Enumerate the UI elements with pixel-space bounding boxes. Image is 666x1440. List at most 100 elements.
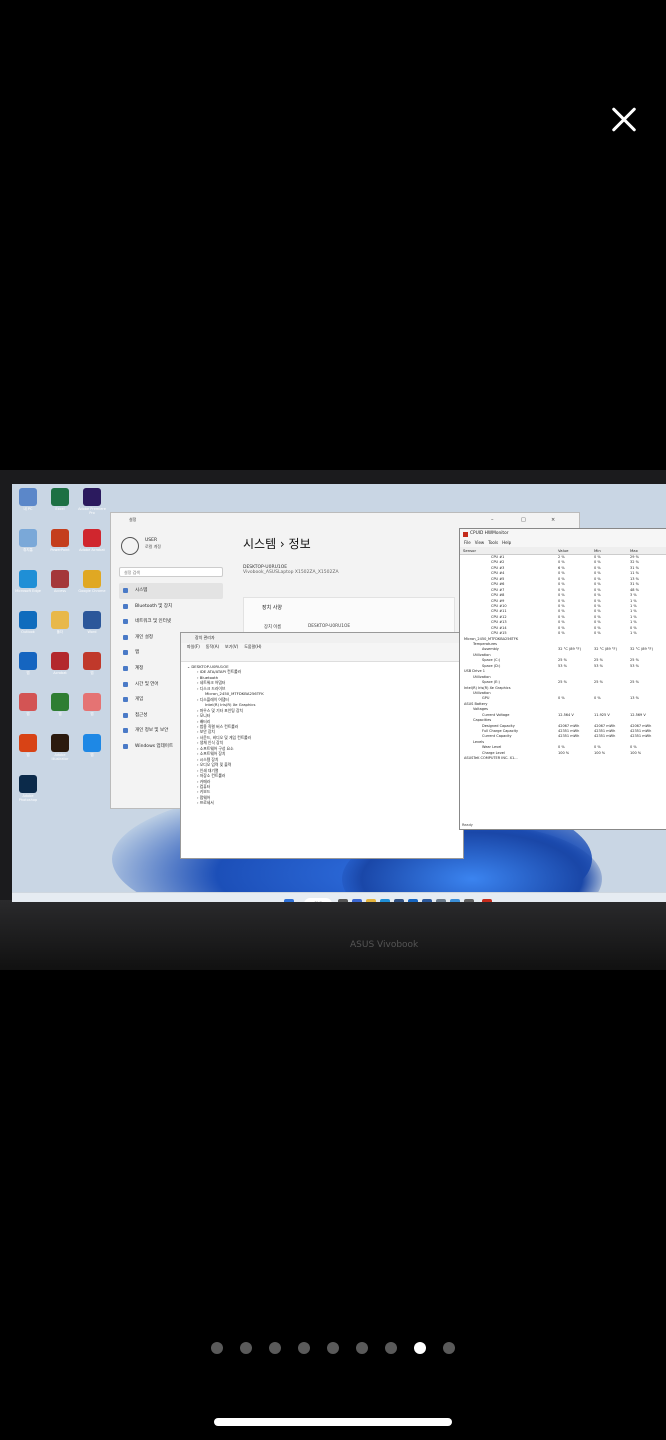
settings-nav-item[interactable]: 네트워크 및 인터넷 [119, 614, 223, 630]
app-icon [51, 734, 69, 752]
desktop-icon-label: 휴지통 [23, 548, 33, 552]
maximize-icon[interactable]: □ [521, 513, 526, 527]
nav-label: 계정 [135, 665, 144, 671]
menu-item[interactable]: 보기(V) [225, 644, 238, 649]
app-icon [19, 529, 37, 547]
desktop-icon[interactable]: Adobe Premiere Pro [78, 488, 106, 515]
word-taskbar-icon[interactable] [422, 899, 432, 902]
app-taskbar-icon[interactable] [450, 899, 460, 902]
desktop-icon[interactable]: Outlook [14, 611, 42, 634]
menu-item[interactable]: View [475, 540, 485, 545]
desktop-icon[interactable]: 앱 [78, 652, 106, 675]
app-icon [51, 652, 69, 670]
desktop-icon[interactable]: 앱 [78, 734, 106, 757]
taskbar-search[interactable]: 검색 [304, 898, 332, 902]
menu-item[interactable]: File [464, 540, 471, 545]
page-dot[interactable] [414, 1342, 426, 1354]
photo: ASUS Vivobook 내 PC Excel Adobe Premiere Pr… [0, 470, 666, 970]
teams-icon[interactable] [352, 899, 362, 902]
page-dot[interactable] [211, 1342, 223, 1354]
desktop-icon-label: Outlook [21, 630, 35, 634]
app-icon [83, 488, 101, 506]
desktop-icon[interactable]: 폴더 [46, 611, 74, 634]
page-dot[interactable] [269, 1342, 281, 1354]
device-tree-node[interactable]: › 프로세서 [187, 800, 463, 805]
column-header[interactable]: Sensor [463, 547, 476, 554]
page-dot[interactable] [327, 1342, 339, 1354]
device-model: Vivobook_ASUSLaptop X1502ZA_X1502ZA [243, 570, 339, 575]
page-dot[interactable] [385, 1342, 397, 1354]
edge-icon[interactable] [380, 899, 390, 902]
device-tree: ⌄ DESKTOP-U0RU1OE › IDE ATA/ATAPI 컨트롤러 › B… [181, 662, 463, 806]
store-icon[interactable] [394, 899, 404, 902]
desktop-icon-label: PowerPoint [50, 548, 70, 552]
page-dot[interactable] [443, 1342, 455, 1354]
column-header[interactable]: Max [630, 547, 638, 554]
nav-icon [123, 588, 128, 593]
desktop-icon[interactable]: Excel [46, 488, 74, 511]
desktop-icon[interactable]: Acrobat [46, 652, 74, 675]
sensor-row[interactable]: ASUSTeK COMPUTER INC. X1... [460, 756, 666, 761]
device-manager-window[interactable]: 장치 관리자 파일(F) 동작(A) 보기(V) 도움말(H) ⌄ DESKTOP-U… [180, 632, 464, 859]
task-view-icon[interactable] [338, 899, 348, 902]
nav-label: Windows 업데이트 [135, 743, 174, 749]
settings-search-input[interactable]: 설정 검색 [119, 567, 223, 577]
desktop-icon-label: 앱 [90, 712, 94, 716]
desktop-icon[interactable]: 앱 [14, 734, 42, 757]
desktop-icon[interactable]: Word [78, 611, 106, 634]
column-header[interactable]: Min [594, 547, 601, 554]
desktop-icon[interactable]: Access [46, 570, 74, 593]
settings-taskbar-icon[interactable] [436, 899, 446, 902]
hwmonitor-taskbar-icon[interactable] [482, 899, 492, 902]
outlook-taskbar-icon[interactable] [408, 899, 418, 902]
nav-icon [123, 681, 128, 687]
desktop-icon[interactable]: Adobe Illustrator [46, 734, 74, 761]
menu-item[interactable]: 파일(F) [187, 644, 200, 649]
app-icon [51, 570, 69, 588]
desktop-icon[interactable]: 앱 [14, 652, 42, 675]
desktop-icon[interactable]: 내 PC [14, 488, 42, 511]
minimize-icon[interactable]: – [491, 513, 494, 527]
page-dot[interactable] [240, 1342, 252, 1354]
page-title: 시스템 › 정보 [243, 537, 311, 551]
desktop-icon[interactable]: 앱 [14, 693, 42, 716]
desktop-icon[interactable]: Google Chrome [78, 570, 106, 593]
device-manager-taskbar-icon[interactable] [464, 899, 474, 902]
page-dot[interactable] [356, 1342, 368, 1354]
menu-item[interactable]: Help [502, 540, 511, 545]
spec-value: DESKTOP-U0RU1OE [308, 624, 351, 629]
desktop-icon[interactable]: PowerPoint [46, 529, 74, 552]
desktop-icon-label: 앱 [26, 712, 30, 716]
page-indicator [0, 1342, 666, 1356]
close-window-icon[interactable]: × [551, 513, 555, 527]
hwmonitor-title: CPUID HWMonitor [460, 529, 666, 539]
nav-icon [123, 603, 128, 609]
desktop-icon[interactable]: 휴지통 [14, 529, 42, 552]
menu-item[interactable]: 동작(A) [206, 644, 219, 649]
column-header[interactable]: Value [558, 547, 568, 554]
taskbar: 검색 [12, 892, 666, 902]
settings-nav-item[interactable]: Bluetooth 및 장치 [119, 599, 223, 615]
start-icon[interactable] [284, 899, 294, 902]
desktop-icon-label: 앱 [26, 753, 30, 757]
app-icon [19, 611, 37, 629]
menu-item[interactable]: Tools [488, 540, 498, 545]
app-icon [51, 693, 69, 711]
desktop-icon[interactable]: 앱 [46, 693, 74, 716]
desktop-icon[interactable]: Microsoft Edge [14, 570, 42, 593]
close-icon[interactable] [604, 100, 644, 140]
nav-label: Bluetooth 및 장치 [135, 603, 173, 609]
settings-nav-item[interactable]: 시스템 [119, 583, 223, 599]
page-dot[interactable] [298, 1342, 310, 1354]
desktop-icon[interactable]: 앱 [78, 693, 106, 716]
menu-item[interactable]: 도움말(H) [244, 644, 261, 649]
app-icon [19, 775, 37, 793]
home-indicator[interactable] [214, 1418, 452, 1426]
desktop-icon-label: Adobe Photoshop [18, 794, 38, 802]
hwmonitor-window[interactable]: CPUID HWMonitor File View Tools Help Sensor… [459, 528, 666, 830]
app-icon [51, 529, 69, 547]
desktop-icon[interactable]: Adobe Acrobat [78, 529, 106, 552]
file-explorer-icon[interactable] [366, 899, 376, 902]
spec-heading: 장치 사양 [262, 605, 282, 611]
desktop-icon[interactable]: Adobe Photoshop [14, 775, 42, 802]
